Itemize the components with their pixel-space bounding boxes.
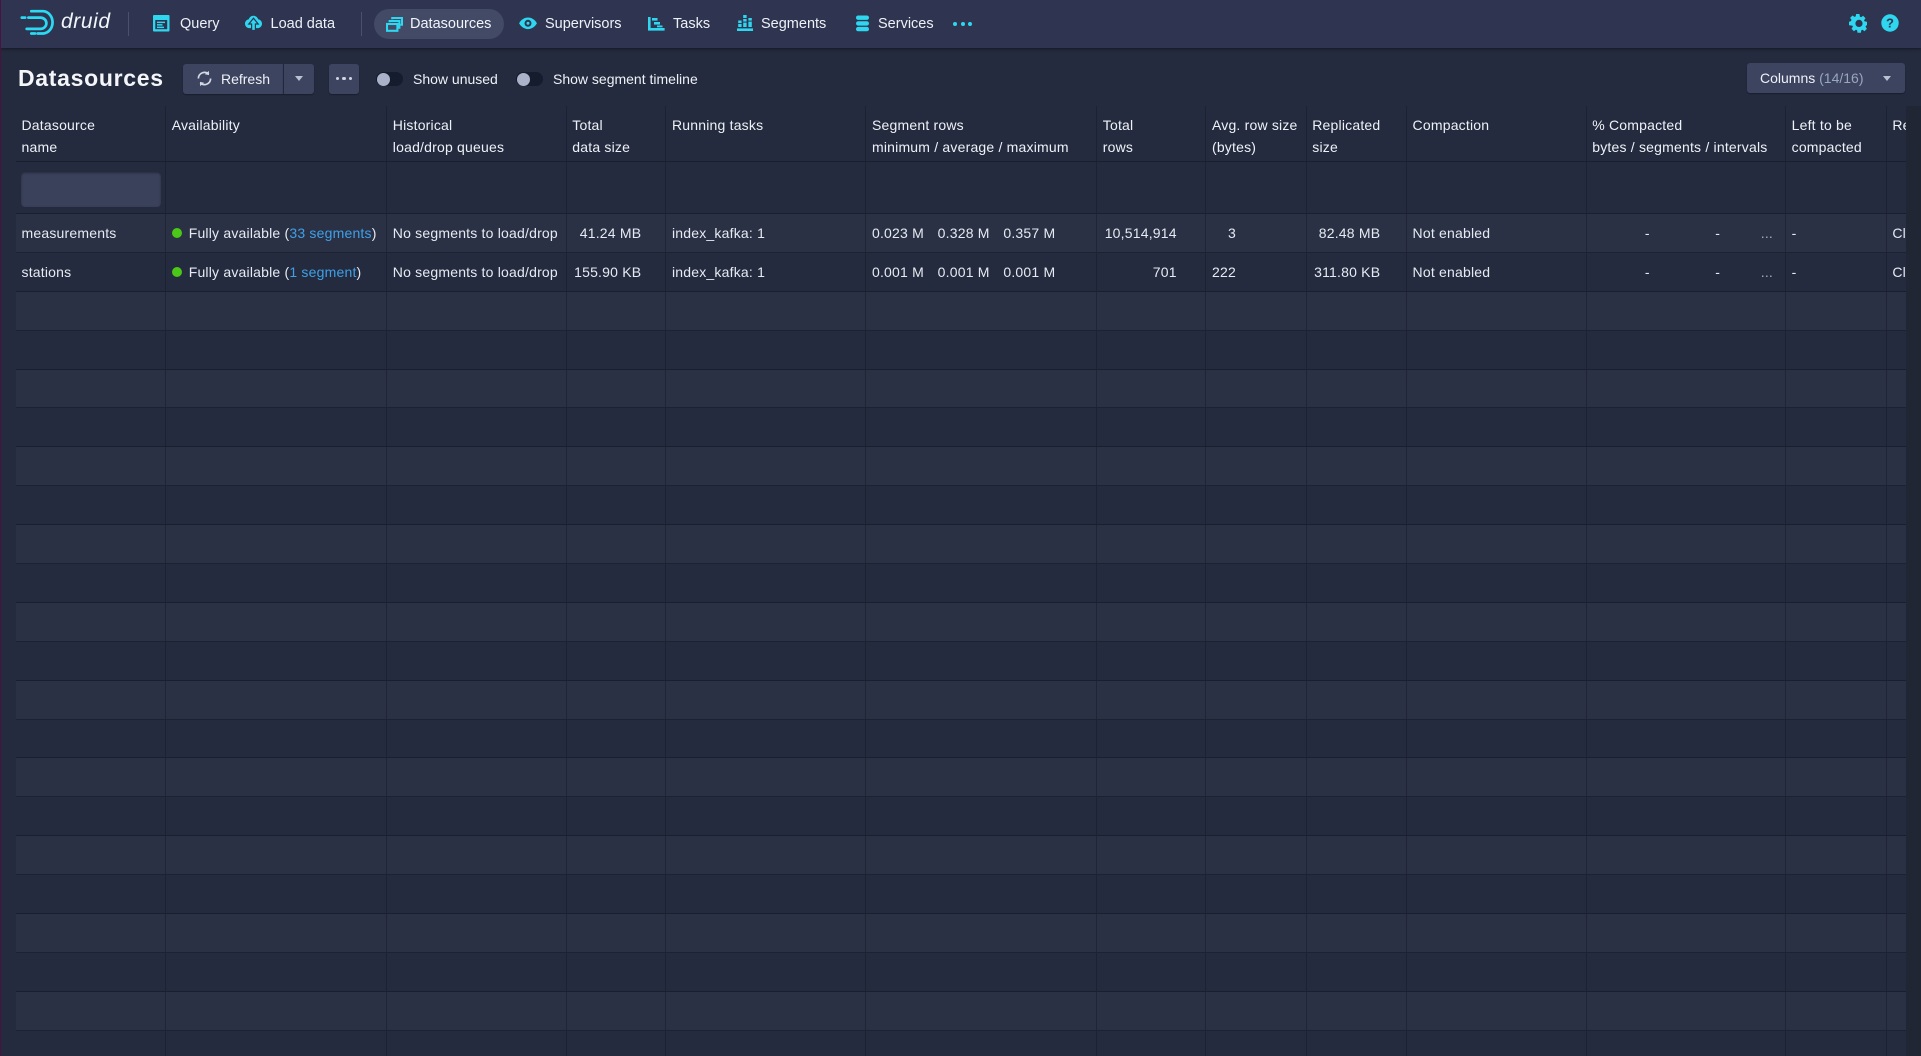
svg-text:?: ? (1886, 15, 1894, 30)
